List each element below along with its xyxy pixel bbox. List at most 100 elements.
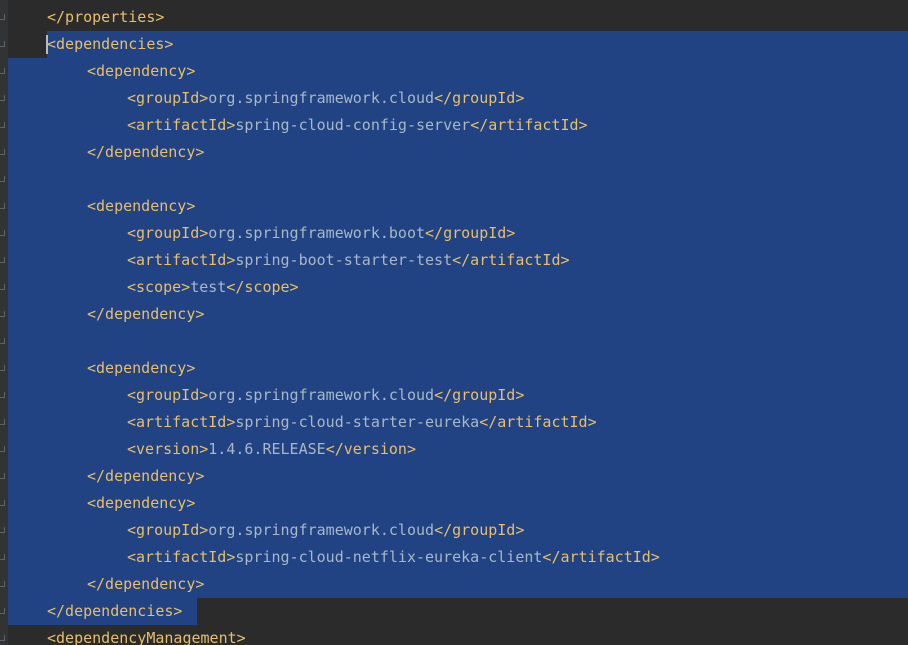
code-line[interactable]: <artifactId>spring-cloud-starter-eureka<… — [0, 409, 908, 436]
code-text: <groupId>org.springframework.boot</group… — [127, 220, 515, 247]
fold-marker-icon[interactable] — [0, 554, 5, 560]
xml-text: 1.4.6.RELEASE — [208, 440, 326, 458]
code-text: <dependency> — [87, 355, 195, 382]
code-text: </dependency> — [87, 301, 204, 328]
code-text: </dependency> — [87, 139, 204, 166]
xml-tag: </properties> — [47, 8, 165, 26]
code-line[interactable]: </dependency> — [0, 139, 908, 166]
code-line[interactable]: </dependency> — [0, 301, 908, 328]
code-line[interactable]: <artifactId>spring-cloud-netflix-eureka-… — [0, 544, 908, 571]
xml-tag: </dependency> — [87, 575, 205, 593]
code-text: <groupId>org.springframework.cloud</grou… — [127, 517, 524, 544]
code-text: <artifactId>spring-cloud-config-server</… — [127, 112, 588, 139]
code-text: <artifactId>spring-cloud-netflix-eureka-… — [127, 544, 660, 571]
fold-marker-icon[interactable] — [0, 122, 5, 128]
xml-tag: </dependency> — [87, 305, 205, 323]
fold-marker-icon[interactable] — [0, 419, 5, 425]
selection-highlight — [47, 31, 908, 58]
xml-text: org.springframework.cloud — [208, 386, 435, 404]
xml-tag: <version> — [127, 440, 209, 458]
fold-marker-icon[interactable] — [0, 149, 5, 155]
fold-marker-icon[interactable] — [0, 392, 5, 398]
code-line[interactable]: <version>1.4.6.RELEASE</version> — [0, 436, 908, 463]
fold-marker-icon[interactable] — [0, 176, 5, 182]
code-text: </dependency> — [87, 463, 204, 490]
fold-marker-icon[interactable] — [0, 68, 5, 74]
xml-tag: </artifactId> — [452, 251, 570, 269]
code-line[interactable]: <dependency> — [0, 355, 908, 382]
code-line[interactable]: <scope>test</scope> — [0, 274, 908, 301]
xml-tag: <dependency> — [87, 359, 196, 377]
fold-marker-icon[interactable] — [0, 581, 5, 587]
fold-marker-icon[interactable] — [0, 338, 5, 344]
code-line[interactable]: <artifactId>spring-boot-starter-test</ar… — [0, 247, 908, 274]
fold-marker-icon[interactable] — [0, 230, 5, 236]
fold-marker-icon[interactable] — [0, 473, 5, 479]
selection-highlight — [8, 328, 908, 355]
code-line[interactable]: <groupId>org.springframework.boot</group… — [0, 220, 908, 247]
fold-marker-icon[interactable] — [0, 14, 5, 20]
fold-marker-icon[interactable] — [0, 365, 5, 371]
fold-marker-icon[interactable] — [0, 95, 5, 101]
code-line[interactable]: <dependency> — [0, 490, 908, 517]
code-line[interactable]: <groupId>org.springframework.cloud</grou… — [0, 85, 908, 112]
fold-marker-icon[interactable] — [0, 608, 5, 614]
xml-tag: <dependencies> — [47, 35, 174, 53]
xml-tag: </dependencies> — [47, 602, 183, 620]
code-text: <dependency> — [87, 58, 195, 85]
code-line[interactable]: <groupId>org.springframework.cloud</grou… — [0, 517, 908, 544]
xml-tag: <groupId> — [127, 386, 209, 404]
xml-tag: </groupId> — [434, 89, 525, 107]
code-text: <dependencyManagement> — [47, 625, 246, 645]
code-text: <version>1.4.6.RELEASE</version> — [127, 436, 416, 463]
xml-tag: </artifactId> — [479, 413, 597, 431]
code-editor[interactable]: </properties> <dependencies> <dependency> <… — [0, 0, 908, 645]
code-line[interactable]: <dependencies> — [0, 31, 908, 58]
code-line[interactable]: </properties> — [0, 4, 908, 31]
xml-tag: </groupId> — [434, 521, 525, 539]
xml-tag: </artifactId> — [542, 548, 660, 566]
code-text: <groupId>org.springframework.cloud</grou… — [127, 382, 524, 409]
code-line[interactable]: <dependencyManagement> — [0, 625, 908, 645]
fold-marker-icon[interactable] — [0, 257, 5, 263]
xml-tag: </groupId> — [434, 386, 525, 404]
code-line[interactable]: <dependency> — [0, 193, 908, 220]
code-line[interactable]: </dependency> — [0, 463, 908, 490]
code-line[interactable]: </dependency> — [0, 571, 908, 598]
code-line[interactable]: <artifactId>spring-cloud-config-server</… — [0, 112, 908, 139]
xml-tag: </dependency> — [87, 143, 205, 161]
fold-marker-icon[interactable] — [0, 635, 5, 641]
fold-marker-icon[interactable] — [0, 203, 5, 209]
fold-marker-icon[interactable] — [0, 446, 5, 452]
fold-marker-icon[interactable] — [0, 41, 5, 47]
code-text: <artifactId>spring-boot-starter-test</ar… — [127, 247, 570, 274]
xml-tag: <artifactId> — [127, 413, 236, 431]
xml-tag: </dependency> — [87, 467, 205, 485]
code-line[interactable] — [0, 166, 908, 193]
xml-tag: <artifactId> — [127, 116, 236, 134]
xml-text: org.springframework.boot — [208, 224, 426, 242]
xml-tag: <scope> — [127, 278, 191, 296]
fold-marker-icon[interactable] — [0, 284, 5, 290]
fold-marker-icon[interactable] — [0, 311, 5, 317]
code-line[interactable]: <groupId>org.springframework.cloud</grou… — [0, 382, 908, 409]
code-line[interactable]: </dependencies> — [0, 598, 908, 625]
fold-marker-icon[interactable] — [0, 500, 5, 506]
xml-tag: <dependency> — [87, 62, 196, 80]
xml-text: spring-cloud-starter-eureka — [235, 413, 480, 431]
text-caret — [46, 35, 48, 54]
xml-text: spring-cloud-netflix-eureka-client — [235, 548, 543, 566]
fold-marker-icon[interactable] — [0, 527, 5, 533]
xml-text: spring-cloud-config-server — [235, 116, 471, 134]
xml-tag: <groupId> — [127, 89, 209, 107]
code-text: <dependencies> — [47, 31, 173, 58]
xml-tag: <artifactId> — [127, 548, 236, 566]
xml-tag: <groupId> — [127, 521, 209, 539]
xml-tag: <dependency> — [87, 197, 196, 215]
code-line[interactable] — [0, 328, 908, 355]
code-text: <scope>test</scope> — [127, 274, 299, 301]
xml-text: org.springframework.cloud — [208, 521, 435, 539]
xml-tag: <dependency> — [87, 494, 196, 512]
code-line[interactable]: <dependency> — [0, 58, 908, 85]
xml-tag: <dependencyManagement> — [47, 629, 246, 645]
